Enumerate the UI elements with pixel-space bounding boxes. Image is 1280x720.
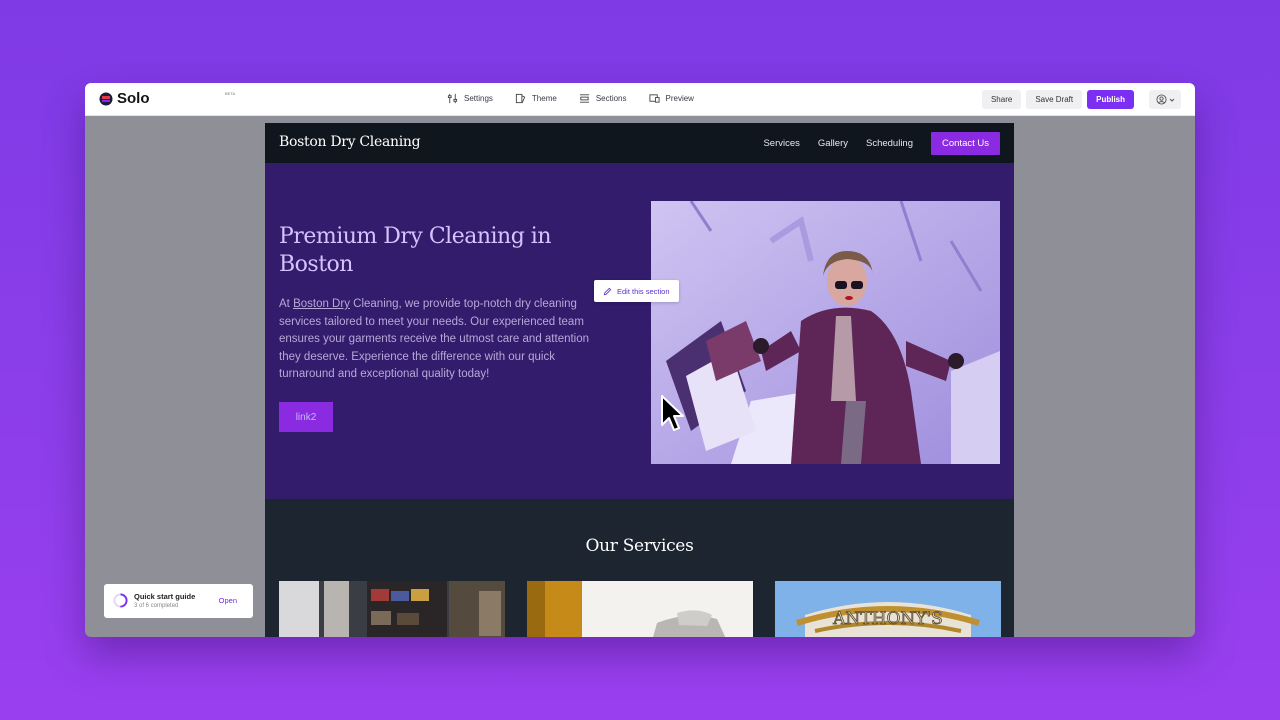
- nav-preview-label: Preview: [665, 94, 694, 103]
- beta-badge: BETA: [225, 91, 236, 96]
- nav-settings-label: Settings: [464, 94, 493, 103]
- service-card-image[interactable]: [279, 581, 505, 637]
- theme-icon: [515, 93, 526, 104]
- nav-theme-label: Theme: [531, 94, 557, 103]
- site-nav-scheduling[interactable]: Scheduling: [866, 138, 913, 149]
- site-header[interactable]: Boston Dry Cleaning Services Gallery Sch…: [265, 123, 1014, 163]
- sections-icon: [579, 94, 589, 103]
- publish-button[interactable]: Publish: [1087, 90, 1134, 109]
- anthonys-sign-image: ANTHONY'S: [775, 581, 1001, 637]
- nav-sections[interactable]: Sections: [579, 93, 627, 104]
- hero-title: Premium Dry Cleaning in Boston: [279, 224, 552, 277]
- folded-clothes-image: [527, 581, 753, 637]
- share-button[interactable]: Share: [981, 90, 1022, 109]
- nav-sections-label: Sections: [595, 94, 627, 103]
- nav-settings[interactable]: Settings: [447, 93, 493, 104]
- edit-section-label: Edit this section: [617, 286, 670, 296]
- quick-start-progress: 3 of 6 completed: [134, 603, 179, 609]
- quick-start-title: Quick start guide: [134, 592, 196, 601]
- logo-text: Solo: [117, 90, 150, 107]
- hero-text: At Boston Dry Cleaning, we provide top-n…: [279, 296, 609, 386]
- editor-nav: Settings Theme Sections Preview: [447, 93, 694, 104]
- mouse-pointer-icon: [661, 395, 684, 431]
- hero-section[interactable]: Premium Dry Cleaning in Boston At Boston…: [265, 163, 1014, 499]
- services-section[interactable]: Our Services ANTHONY'S: [265, 499, 1014, 637]
- hero-text-body: Cleaning, we provide top-notch dry clean…: [279, 298, 590, 380]
- hero-text-prefix: At: [279, 298, 294, 310]
- site-nav-gallery[interactable]: Gallery: [818, 138, 848, 149]
- nav-theme[interactable]: Theme: [515, 93, 557, 104]
- progress-ring-icon: [113, 593, 128, 608]
- site-canvas: Boston Dry Cleaning Services Gallery Sch…: [265, 123, 1014, 637]
- hero-text-link[interactable]: Boston Dry: [293, 298, 350, 310]
- quick-start-widget[interactable]: Quick start guide 3 of 6 completed Open: [104, 584, 253, 618]
- sign-text: ANTHONY'S: [832, 609, 943, 629]
- toolbar-actions: Share Save Draft Publish: [981, 90, 1181, 109]
- sliders-icon: [447, 93, 458, 104]
- pencil-icon: [603, 287, 612, 295]
- service-card-image[interactable]: ANTHONY'S: [775, 581, 1001, 637]
- quick-start-open-link[interactable]: Open: [219, 596, 237, 605]
- account-menu-button[interactable]: [1149, 90, 1181, 109]
- chevron-down-icon: [1169, 98, 1174, 102]
- app-window: Solo BETA Settings Theme Sections Previe…: [85, 83, 1195, 637]
- hero-cta-button[interactable]: link2: [279, 402, 333, 432]
- user-circle-icon: [1155, 94, 1167, 105]
- shopping-woman-illustration: [651, 201, 1000, 464]
- nav-preview[interactable]: Preview: [648, 93, 694, 104]
- solo-logo[interactable]: Solo: [99, 90, 150, 107]
- preview-icon: [648, 94, 660, 103]
- service-card-image[interactable]: [527, 581, 753, 637]
- edit-section-button[interactable]: Edit this section: [594, 280, 679, 302]
- hero-image[interactable]: [651, 201, 1000, 464]
- site-nav-services[interactable]: Services: [763, 138, 799, 149]
- site-brand[interactable]: Boston Dry Cleaning: [279, 134, 421, 150]
- store-interior-image: [279, 581, 505, 637]
- services-title: Our Services: [585, 536, 694, 556]
- site-nav: Services Gallery Scheduling Contact Us: [763, 132, 1000, 155]
- editor-toolbar: Solo BETA Settings Theme Sections Previe…: [85, 83, 1195, 116]
- contact-us-button[interactable]: Contact Us: [931, 132, 1000, 155]
- solo-logo-icon: [99, 92, 113, 105]
- save-draft-button[interactable]: Save Draft: [1026, 90, 1083, 109]
